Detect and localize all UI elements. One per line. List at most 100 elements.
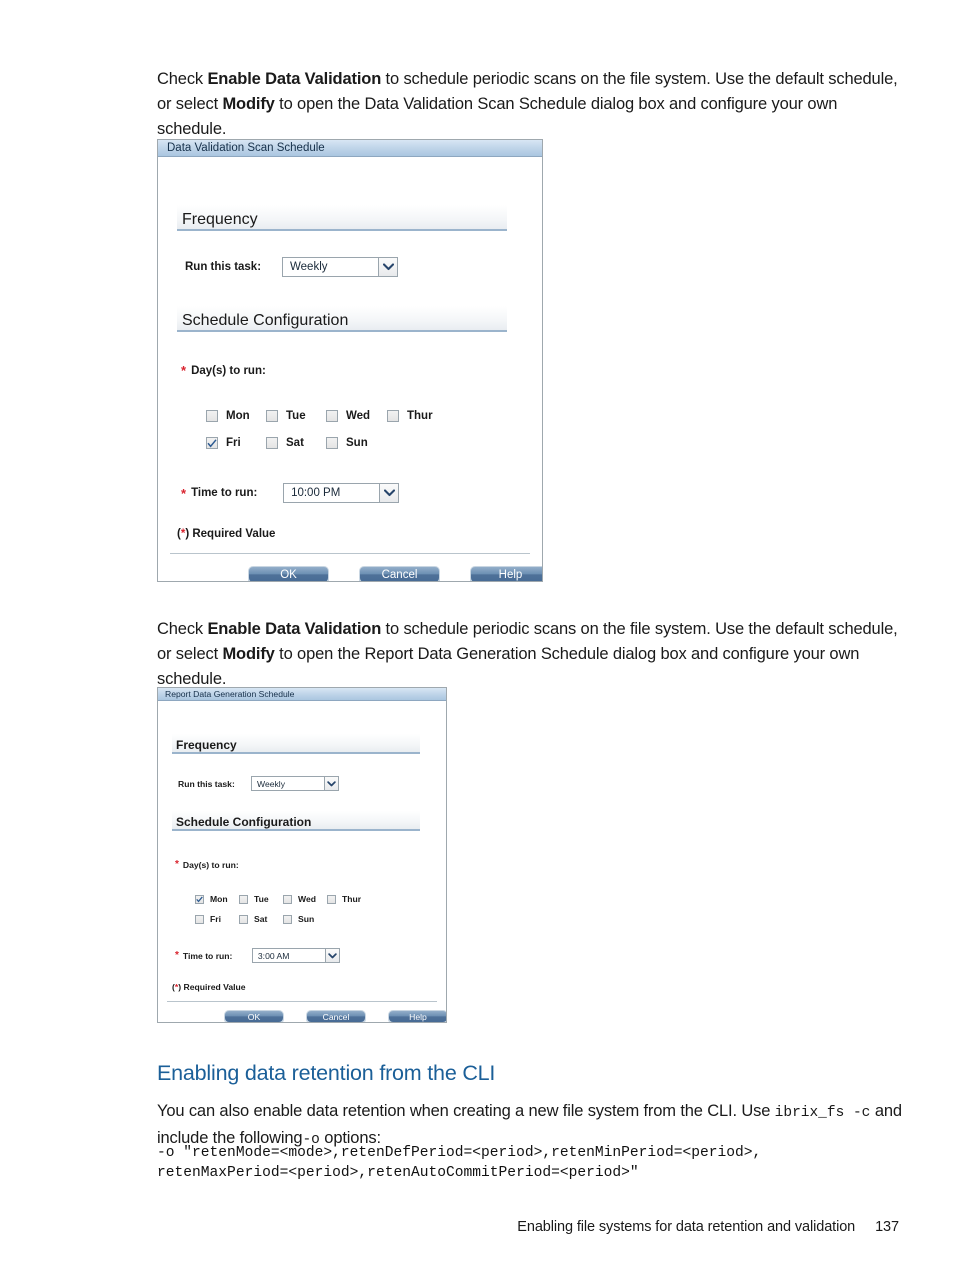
required-value-note: (*) Required Value bbox=[177, 528, 275, 540]
checkbox-box-mon[interactable] bbox=[206, 410, 218, 422]
checkbox-label-sat: Sat bbox=[254, 914, 268, 924]
checkbox-box-sat[interactable] bbox=[266, 437, 278, 449]
checkmark-icon bbox=[196, 896, 203, 902]
checkbox-day-sun[interactable]: Sun bbox=[283, 914, 314, 924]
time-to-run-label: Time to run: bbox=[191, 487, 258, 499]
inline-code-ibrix-fs: ibrix_fs -c bbox=[774, 1104, 871, 1121]
chevron-down-icon[interactable] bbox=[324, 777, 338, 790]
help-button[interactable]: Help bbox=[388, 1010, 446, 1022]
checkbox-label-thur: Thur bbox=[342, 894, 362, 904]
group-heading-frequency: Frequency bbox=[172, 734, 420, 754]
code-block-reten-options: -o "retenMode=<mode>,retenDefPeriod=<per… bbox=[157, 1144, 762, 1181]
checkbox-box-fri[interactable] bbox=[195, 914, 204, 924]
checkbox-day-sat[interactable]: Sat bbox=[266, 437, 304, 449]
field-run-this-task: Run this task: Weekly bbox=[178, 776, 339, 791]
group-heading-schedule-configuration: Schedule Configuration bbox=[172, 811, 420, 831]
days-to-run-label: Day(s) to run: bbox=[191, 364, 266, 377]
checkbox-label-mon: Mon bbox=[226, 410, 250, 422]
chevron-down-icon[interactable] bbox=[378, 258, 397, 276]
dialog-body: Frequency Run this task: Weekly Schedule… bbox=[158, 157, 542, 581]
run-this-task-select[interactable]: Weekly bbox=[282, 257, 398, 277]
checkbox-day-wed[interactable]: Wed bbox=[283, 894, 316, 904]
checkbox-box-wed[interactable] bbox=[326, 410, 338, 422]
cancel-button[interactable]: Cancel bbox=[359, 566, 440, 581]
field-time-to-run: * Time to run: 3:00 AM bbox=[175, 948, 340, 963]
checkbox-day-fri[interactable]: Fri bbox=[195, 914, 221, 924]
checkbox-label-sun: Sun bbox=[298, 914, 315, 924]
field-time-to-run: * Time to run: 10:00 PM bbox=[181, 483, 400, 503]
checkbox-day-tue[interactable]: Tue bbox=[239, 894, 269, 904]
dialog-button-bar: OK Cancel Help bbox=[248, 566, 542, 581]
group-heading-schedule-configuration-label: Schedule Configuration bbox=[176, 815, 312, 829]
paragraph-report-data-intro: Check Enable Data Validation to schedule… bbox=[157, 617, 899, 692]
checkbox-day-thur[interactable]: Thur bbox=[387, 410, 433, 422]
days-to-run-label: Day(s) to run: bbox=[182, 859, 239, 870]
checkbox-box-thur[interactable] bbox=[387, 410, 399, 422]
paragraph-3-lead: You can also enable data retention when … bbox=[157, 1101, 775, 1120]
checkbox-box-tue[interactable] bbox=[239, 894, 248, 904]
run-this-task-label: Run this task: bbox=[185, 261, 262, 273]
required-value-note: (*) Required Value bbox=[172, 982, 246, 992]
checkbox-day-wed[interactable]: Wed bbox=[326, 410, 370, 422]
checkbox-box-sat[interactable] bbox=[239, 914, 248, 924]
checkbox-day-sat[interactable]: Sat bbox=[239, 914, 267, 924]
checkbox-day-fri[interactable]: Fri bbox=[206, 437, 241, 449]
checkbox-label-fri: Fri bbox=[226, 437, 241, 449]
run-this-task-label: Run this task: bbox=[178, 778, 235, 789]
checkbox-box-tue[interactable] bbox=[266, 410, 278, 422]
paragraph-data-validation-intro: Check Enable Data Validation to schedule… bbox=[157, 67, 899, 142]
dialog-button-bar: OK Cancel Help bbox=[224, 1010, 446, 1022]
paragraph-1-bold-modify: Modify bbox=[222, 94, 275, 113]
help-button[interactable]: Help bbox=[470, 566, 542, 581]
required-asterisk-icon: * bbox=[181, 363, 187, 378]
field-run-this-task: Run this task: Weekly bbox=[185, 257, 398, 277]
checkbox-box-thur[interactable] bbox=[327, 894, 336, 904]
button-bar-divider bbox=[167, 1001, 437, 1002]
section-heading-enabling-data-retention-cli: Enabling data retention from the CLI bbox=[157, 1060, 496, 1085]
required-asterisk-icon-time: * bbox=[175, 950, 179, 961]
checkbox-day-mon[interactable]: Mon bbox=[195, 894, 228, 904]
checkbox-label-wed: Wed bbox=[298, 894, 316, 904]
checkbox-label-sun: Sun bbox=[346, 437, 368, 449]
checkbox-box-wed[interactable] bbox=[283, 894, 292, 904]
run-this-task-select[interactable]: Weekly bbox=[251, 776, 339, 791]
run-this-task-value: Weekly bbox=[290, 261, 328, 273]
checkbox-box-sun[interactable] bbox=[326, 437, 338, 449]
paragraph-2-lead: Check bbox=[157, 619, 208, 638]
dialog-titlebar: Data Validation Scan Schedule bbox=[158, 140, 542, 157]
checkbox-day-mon[interactable]: Mon bbox=[206, 410, 250, 422]
time-to-run-select[interactable]: 3:00 AM bbox=[251, 948, 340, 963]
group-heading-frequency: Frequency bbox=[177, 205, 507, 231]
group-heading-frequency-label: Frequency bbox=[182, 211, 258, 228]
ok-button[interactable]: OK bbox=[224, 1010, 284, 1022]
checkbox-day-sun[interactable]: Sun bbox=[326, 437, 368, 449]
chevron-down-icon[interactable] bbox=[379, 484, 399, 502]
checkbox-box-sun[interactable] bbox=[283, 914, 292, 924]
time-to-run-label: Time to run: bbox=[182, 950, 233, 961]
checkbox-day-tue[interactable]: Tue bbox=[266, 410, 306, 422]
checkbox-label-wed: Wed bbox=[346, 410, 371, 422]
time-to-run-select[interactable]: 10:00 PM bbox=[283, 483, 400, 503]
paragraph-1-bold-enable-data-validation: Enable Data Validation bbox=[207, 69, 382, 88]
dialog-title: Report Data Generation Schedule bbox=[165, 689, 295, 699]
checkbox-box-mon[interactable] bbox=[195, 894, 204, 904]
dialog-title: Data Validation Scan Schedule bbox=[167, 142, 325, 154]
footer-page-number: 137 bbox=[875, 1219, 899, 1235]
dialog-report-data-generation-schedule: Report Data Generation Schedule Frequenc… bbox=[157, 687, 447, 1023]
required-note-post: ) Required Value bbox=[185, 528, 276, 540]
checkbox-label-sat: Sat bbox=[286, 437, 304, 449]
cancel-button[interactable]: Cancel bbox=[306, 1010, 366, 1022]
document-page: Check Enable Data Validation to schedule… bbox=[0, 0, 954, 1271]
paragraph-2-bold-modify: Modify bbox=[222, 644, 275, 663]
time-to-run-value: 10:00 PM bbox=[291, 487, 341, 499]
paragraph-2-bold-enable-data-validation: Enable Data Validation bbox=[207, 619, 382, 638]
run-this-task-value: Weekly bbox=[257, 778, 286, 789]
checkbox-label-tue: Tue bbox=[254, 894, 269, 904]
chevron-down-icon[interactable] bbox=[324, 949, 339, 962]
checkbox-label-mon: Mon bbox=[210, 894, 228, 904]
dialog-body: Frequency Run this task: Weekly Schedule… bbox=[158, 701, 446, 1022]
button-bar-divider bbox=[170, 553, 530, 554]
checkbox-box-fri[interactable] bbox=[206, 437, 218, 449]
checkbox-day-thur[interactable]: Thur bbox=[327, 894, 361, 904]
ok-button[interactable]: OK bbox=[248, 566, 329, 581]
